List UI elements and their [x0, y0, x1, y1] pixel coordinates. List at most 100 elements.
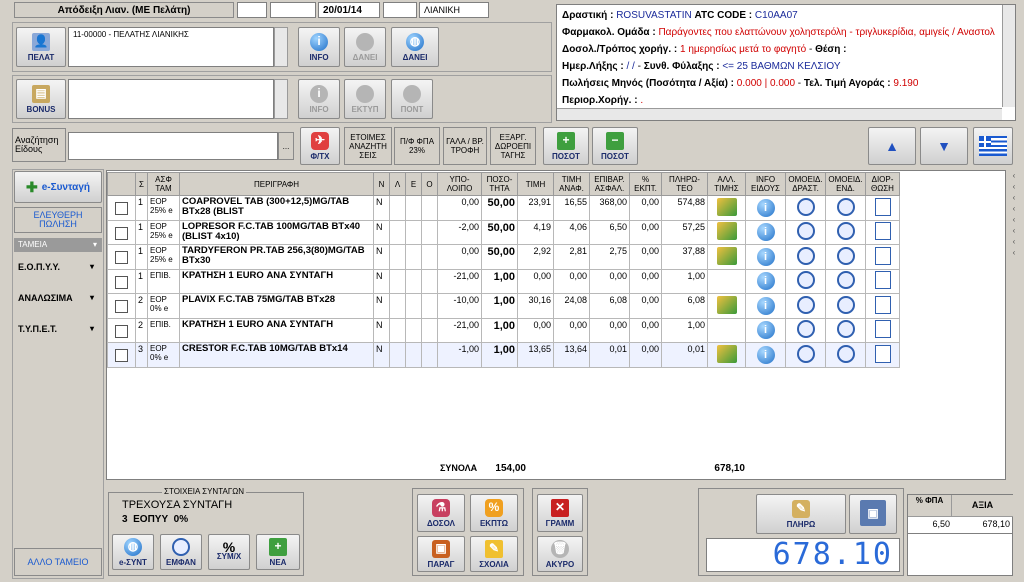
- similar-indication-icon[interactable]: [836, 271, 855, 290]
- similar-substance-icon[interactable]: [796, 246, 815, 265]
- search-input[interactable]: [68, 132, 278, 160]
- row-checkbox[interactable]: [115, 226, 128, 240]
- fund-consumables[interactable]: ΑΝΑΛΩΣΙΜΑ ▾: [14, 290, 102, 310]
- similar-substance-icon[interactable]: [796, 320, 815, 339]
- funds-collapse-icon[interactable]: ▾: [93, 240, 97, 249]
- alt-price-icon[interactable]: [716, 295, 737, 314]
- info-icon[interactable]: i: [756, 247, 775, 266]
- customer-field[interactable]: 11-00000 - ΠΕΛΑΤΗΣ ΛΙΑΝΙΚΗΣ: [68, 27, 274, 67]
- similar-substance-icon[interactable]: [796, 295, 815, 314]
- points-button[interactable]: ΠΟΝΤ: [391, 79, 433, 119]
- similar-indication-icon[interactable]: [836, 344, 855, 363]
- correction-icon[interactable]: [874, 271, 891, 290]
- info-icon[interactable]: i: [756, 296, 775, 315]
- column-header[interactable]: ΠΛΗΡΩ- ΤΕΟ: [661, 172, 708, 196]
- similar-indication-icon[interactable]: [836, 320, 855, 339]
- ftx-button[interactable]: ✈ Φ/ΤΧ: [300, 127, 340, 165]
- column-header[interactable]: ΔΙΟΡ- ΘΩΣΗ: [865, 172, 900, 196]
- table-row[interactable]: 1 EOP 25% e TARDYFERON PR.TAB 256,3(80)MG/…: [107, 244, 900, 270]
- table-row[interactable]: 1 EOP 25% e LOPRESOR F.C.TAB 100MG/TAB BTx…: [107, 219, 900, 245]
- similar-indication-icon[interactable]: [836, 246, 855, 265]
- column-header[interactable]: ΟΜΟΕΙΔ. ΕΝΔ.: [825, 172, 866, 196]
- discount-button[interactable]: % ΕΚΠΤΩ: [470, 494, 518, 532]
- cancel-button[interactable]: 🗑 ΑΚΥΡΟ: [537, 536, 583, 572]
- table-row[interactable]: 2 ΕΠΙΒ. ΚΡΑΤΗΣΗ 1 EURO ΑΝΑ ΣΥΝΤΑΓΗ N -21,00 1…: [107, 317, 900, 343]
- column-header[interactable]: ΕΠΙΒΑΡ. ΑΣΦΑΛ.: [589, 172, 630, 196]
- info-icon[interactable]: i: [756, 223, 775, 242]
- free-sale-button[interactable]: ΕΛΕΥΘΕΡΗ ΠΩΛΗΣΗ: [14, 207, 102, 233]
- alt-price-icon[interactable]: [716, 246, 737, 265]
- e-synt-button[interactable]: ◍ e-ΣΥΝΤ: [112, 534, 154, 570]
- column-header[interactable]: [107, 172, 136, 196]
- correction-icon[interactable]: [874, 197, 891, 216]
- drug-info-scrollbar[interactable]: [1002, 5, 1015, 107]
- similar-indication-icon[interactable]: [836, 222, 855, 241]
- bonus-info-button[interactable]: i INFO: [298, 79, 340, 119]
- coefficient-button[interactable]: % ΣΥΜ/Χ: [208, 534, 250, 570]
- column-header[interactable]: Λ: [389, 172, 406, 196]
- similar-substance-icon[interactable]: [796, 197, 815, 216]
- new-prescription-button[interactable]: + ΝΕΑ: [256, 534, 300, 570]
- table-row[interactable]: 2 EOP 0% e PLAVIX F.C.TAB 75MG/TAB BTx28 N -…: [107, 293, 900, 319]
- column-header[interactable]: ΑΣΦ ΤΑΜ: [147, 172, 180, 196]
- loan-button[interactable]: ◍ ΔΑΝΕΙ: [391, 27, 439, 67]
- row-checkbox[interactable]: [115, 275, 128, 289]
- correction-icon[interactable]: [874, 344, 891, 363]
- pay-button[interactable]: ✎ ΠΛΗΡΩ: [756, 494, 846, 534]
- column-header[interactable]: Σ: [135, 172, 148, 196]
- print-button[interactable]: ΕΚΤΥΠ: [344, 79, 386, 119]
- qty-minus-button[interactable]: − ΠΟΣΟΤ: [592, 127, 638, 165]
- move-down-button[interactable]: ▼: [920, 127, 968, 165]
- alt-price-icon[interactable]: [716, 197, 737, 216]
- column-header[interactable]: ΑΛΛ. ΤΙΜΗΣ: [707, 172, 746, 196]
- table-row[interactable]: 1 ΕΠΙΒ. ΚΡΑΤΗΣΗ 1 EURO ΑΝΑ ΣΥΝΤΑΓΗ N -21,00 1…: [107, 268, 900, 294]
- delete-line-button[interactable]: ✕ ΓΡΑΜΜ: [537, 494, 583, 532]
- milk-food-button[interactable]: ΓΑΛΑ / ΒΡ. ΤΡΟΦΗ: [443, 127, 487, 165]
- alt-price-icon[interactable]: [716, 344, 737, 363]
- column-header[interactable]: Ο: [421, 172, 438, 196]
- date-field[interactable]: 20/01/14: [318, 2, 380, 18]
- row-checkbox[interactable]: [115, 300, 128, 314]
- bonus-button[interactable]: ▤ BONUS: [16, 79, 66, 119]
- customer-info-button[interactable]: i INFO: [298, 27, 340, 67]
- dosage-button[interactable]: ⚗ ΔΟΣΟΛ: [417, 494, 465, 532]
- correction-icon[interactable]: [874, 320, 891, 339]
- similar-indication-icon[interactable]: [836, 295, 855, 314]
- loan-button-disabled[interactable]: ΔΑΝΕΙ: [344, 27, 386, 67]
- column-header[interactable]: ΠΕΡΙΓΡΑΦΗ: [179, 172, 374, 196]
- fpa-button[interactable]: Π/Φ ΦΠΑ 23%: [394, 127, 440, 165]
- correction-icon[interactable]: [874, 246, 891, 265]
- other-fund-button[interactable]: ΑΛΛΟ ΤΑΜΕΙΟ: [14, 548, 102, 576]
- grid-right-scroller[interactable]: ‹ ‹ ‹ ‹ ‹ ‹ ‹ ‹: [1007, 170, 1021, 265]
- similar-substance-icon[interactable]: [796, 222, 815, 241]
- header-blank-1[interactable]: [237, 2, 267, 18]
- ready-searches-button[interactable]: ΕΤΟΙΜΕΣ ΑΝΑΖΗΤΗ ΣΕΙΣ: [344, 127, 392, 165]
- header-blank-3[interactable]: [383, 2, 417, 18]
- bonus-scrollbar[interactable]: [274, 79, 288, 119]
- row-checkbox[interactable]: [115, 202, 128, 216]
- row-checkbox[interactable]: [115, 251, 128, 265]
- bonus-field[interactable]: [68, 79, 274, 119]
- column-header[interactable]: INFO ΕΙΔΟΥΣ: [745, 172, 786, 196]
- sale-type-field[interactable]: ΛΙΑΝΙΚΗ: [419, 2, 489, 18]
- column-header[interactable]: ΥΠΟ- ΛΟΙΠΟ: [437, 172, 482, 196]
- column-header[interactable]: Ε: [405, 172, 422, 196]
- exception-button[interactable]: ΕΞΑΡΓ. ΔΩΡΟΕΠΙ ΤΑΓΗΣ: [490, 127, 536, 165]
- comments-button[interactable]: ✎ ΣΧΟΛΙΑ: [470, 536, 518, 572]
- order-button[interactable]: ▣ ΠΑΡΑΓ: [417, 536, 465, 572]
- correction-icon[interactable]: [874, 222, 891, 241]
- header-blank-2[interactable]: [270, 2, 316, 18]
- row-checkbox[interactable]: [115, 324, 128, 338]
- info-icon[interactable]: i: [756, 272, 775, 291]
- drug-info-hscrollbar[interactable]: [557, 108, 1002, 120]
- show-button[interactable]: ΕΜΦΑΝ: [160, 534, 202, 570]
- correction-icon[interactable]: [874, 295, 891, 314]
- info-icon[interactable]: i: [756, 321, 775, 340]
- e-prescription-button[interactable]: ✚ e-Συνταγή: [14, 171, 102, 203]
- fund-typet[interactable]: Τ.Υ.Π.Ε.Τ. ▾: [14, 321, 102, 341]
- similar-substance-icon[interactable]: [796, 271, 815, 290]
- language-flag-button[interactable]: [973, 127, 1013, 165]
- qty-plus-button[interactable]: + ΠΟΣΟΤ: [543, 127, 589, 165]
- fund-eopyy[interactable]: Ε.Ο.Π.Υ.Υ. ▾: [14, 259, 102, 279]
- info-icon[interactable]: i: [756, 198, 775, 217]
